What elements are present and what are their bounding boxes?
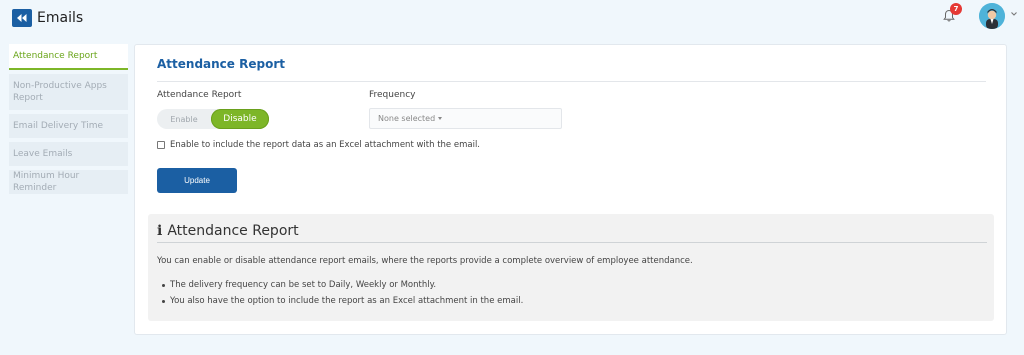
list-item: You also have the option to include the … bbox=[157, 293, 523, 309]
sidebar-item-minimum-hour-reminder[interactable]: Minimum Hour Reminder bbox=[9, 170, 128, 194]
avatar-image bbox=[979, 3, 1005, 29]
bullet-icon bbox=[162, 283, 165, 287]
frequency-select[interactable]: None selected bbox=[369, 108, 562, 129]
info-list: The delivery frequency can be set to Dai… bbox=[157, 277, 523, 309]
report-label: Attendance Report bbox=[157, 90, 242, 100]
list-item: The delivery frequency can be set to Dai… bbox=[157, 277, 523, 293]
update-button[interactable]: Update bbox=[157, 168, 237, 193]
back-button[interactable] bbox=[12, 9, 32, 27]
user-avatar[interactable] bbox=[979, 3, 1005, 29]
info-icon: i bbox=[157, 223, 163, 239]
excel-attachment-row: Enable to include the report data as an … bbox=[157, 140, 480, 150]
frequency-label: Frequency bbox=[369, 90, 416, 100]
frequency-value: None selected bbox=[378, 114, 436, 123]
toggle-enable-option[interactable]: Enable bbox=[157, 115, 211, 124]
sidebar-item-leave-emails[interactable]: Leave Emails bbox=[9, 142, 128, 166]
page-title: Emails bbox=[37, 10, 84, 26]
info-description: You can enable or disable attendance rep… bbox=[157, 256, 693, 266]
info-panel: i Attendance Report You can enable or di… bbox=[148, 214, 994, 321]
sidebar: Attendance Report Non-Productive Apps Re… bbox=[9, 44, 128, 198]
notification-badge: 7 bbox=[950, 3, 962, 15]
double-chevron-left-icon bbox=[17, 14, 27, 22]
card-title: Attendance Report bbox=[157, 57, 285, 71]
info-divider bbox=[157, 242, 987, 243]
top-bar: Emails 7 bbox=[0, 0, 1024, 36]
info-title: Attendance Report bbox=[167, 223, 299, 239]
list-item-text: You also have the option to include the … bbox=[170, 296, 524, 306]
sidebar-item-non-productive-apps-report[interactable]: Non-Productive Apps Report bbox=[9, 74, 128, 110]
info-heading: i Attendance Report bbox=[157, 223, 299, 239]
title-divider bbox=[157, 81, 986, 82]
toggle-disable-option[interactable]: Disable bbox=[211, 109, 269, 129]
excel-attachment-checkbox[interactable] bbox=[157, 141, 165, 149]
sidebar-item-email-delivery-time[interactable]: Email Delivery Time bbox=[9, 114, 128, 138]
main-card: Attendance Report Attendance Report Enab… bbox=[134, 44, 1007, 335]
excel-attachment-label[interactable]: Enable to include the report data as an … bbox=[170, 140, 480, 150]
list-item-text: The delivery frequency can be set to Dai… bbox=[170, 280, 437, 290]
sidebar-item-attendance-report[interactable]: Attendance Report bbox=[9, 44, 128, 70]
chevron-down-icon[interactable] bbox=[1010, 10, 1018, 18]
bullet-icon bbox=[162, 299, 165, 303]
caret-down-icon bbox=[438, 117, 443, 120]
report-toggle[interactable]: Enable Disable bbox=[157, 109, 269, 129]
